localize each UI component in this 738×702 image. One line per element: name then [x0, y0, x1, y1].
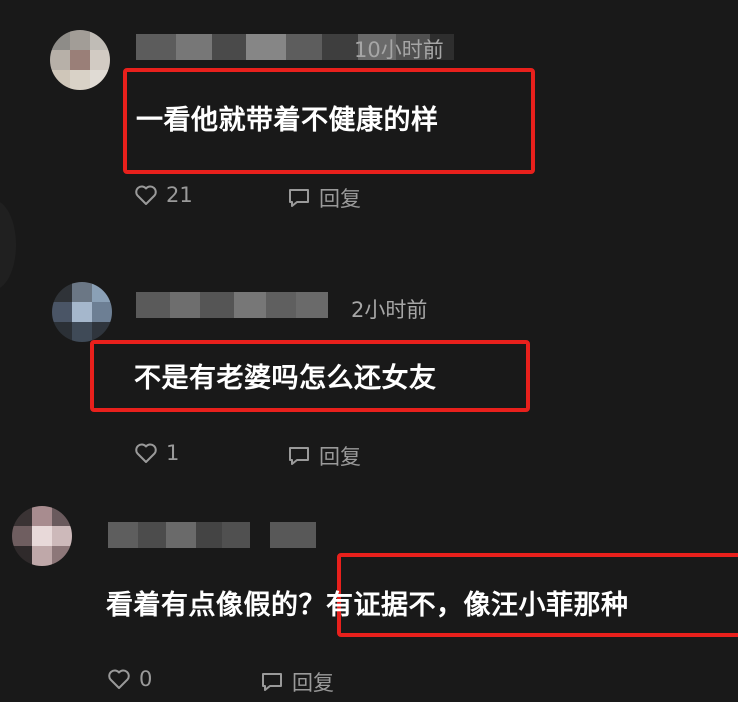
comment-text: 看着有点像假的？有证据不，像汪小菲那种	[106, 590, 629, 621]
like-count: 0	[139, 667, 153, 691]
like-count: 1	[166, 441, 180, 465]
heart-icon	[135, 185, 157, 205]
reply-button[interactable]: 回复	[287, 441, 361, 471]
comment-bubble-icon	[289, 447, 309, 465]
heart-icon	[108, 669, 130, 689]
heart-icon	[135, 443, 157, 463]
like-button[interactable]: 21	[134, 183, 193, 207]
comment-bubble-icon	[289, 189, 309, 207]
comment-text: 一看他就带着不健康的样	[136, 105, 439, 136]
avatar[interactable]	[52, 282, 112, 342]
avatar[interactable]	[12, 506, 72, 566]
like-button[interactable]: 0	[107, 667, 152, 691]
comment-text: 不是有老婆吗怎么还女友	[134, 363, 437, 394]
comment-time: 10小时前	[354, 38, 444, 62]
like-count: 21	[166, 183, 193, 207]
reply-label: 回复	[319, 445, 361, 469]
reply-button[interactable]: 回复	[260, 667, 334, 697]
comment-item: 10小时前 一看他就带着不健康的样 21 回复	[0, 0, 738, 230]
avatar[interactable]	[50, 30, 110, 90]
comment-time: 2小时前	[351, 298, 428, 322]
like-button[interactable]: 1	[134, 441, 179, 465]
username-blurred[interactable]	[108, 522, 316, 548]
username-blurred[interactable]	[136, 292, 328, 318]
reply-button[interactable]: 回复	[287, 183, 361, 213]
reply-label: 回复	[292, 671, 334, 695]
reply-label: 回复	[319, 187, 361, 211]
comment-bubble-icon	[262, 673, 282, 691]
